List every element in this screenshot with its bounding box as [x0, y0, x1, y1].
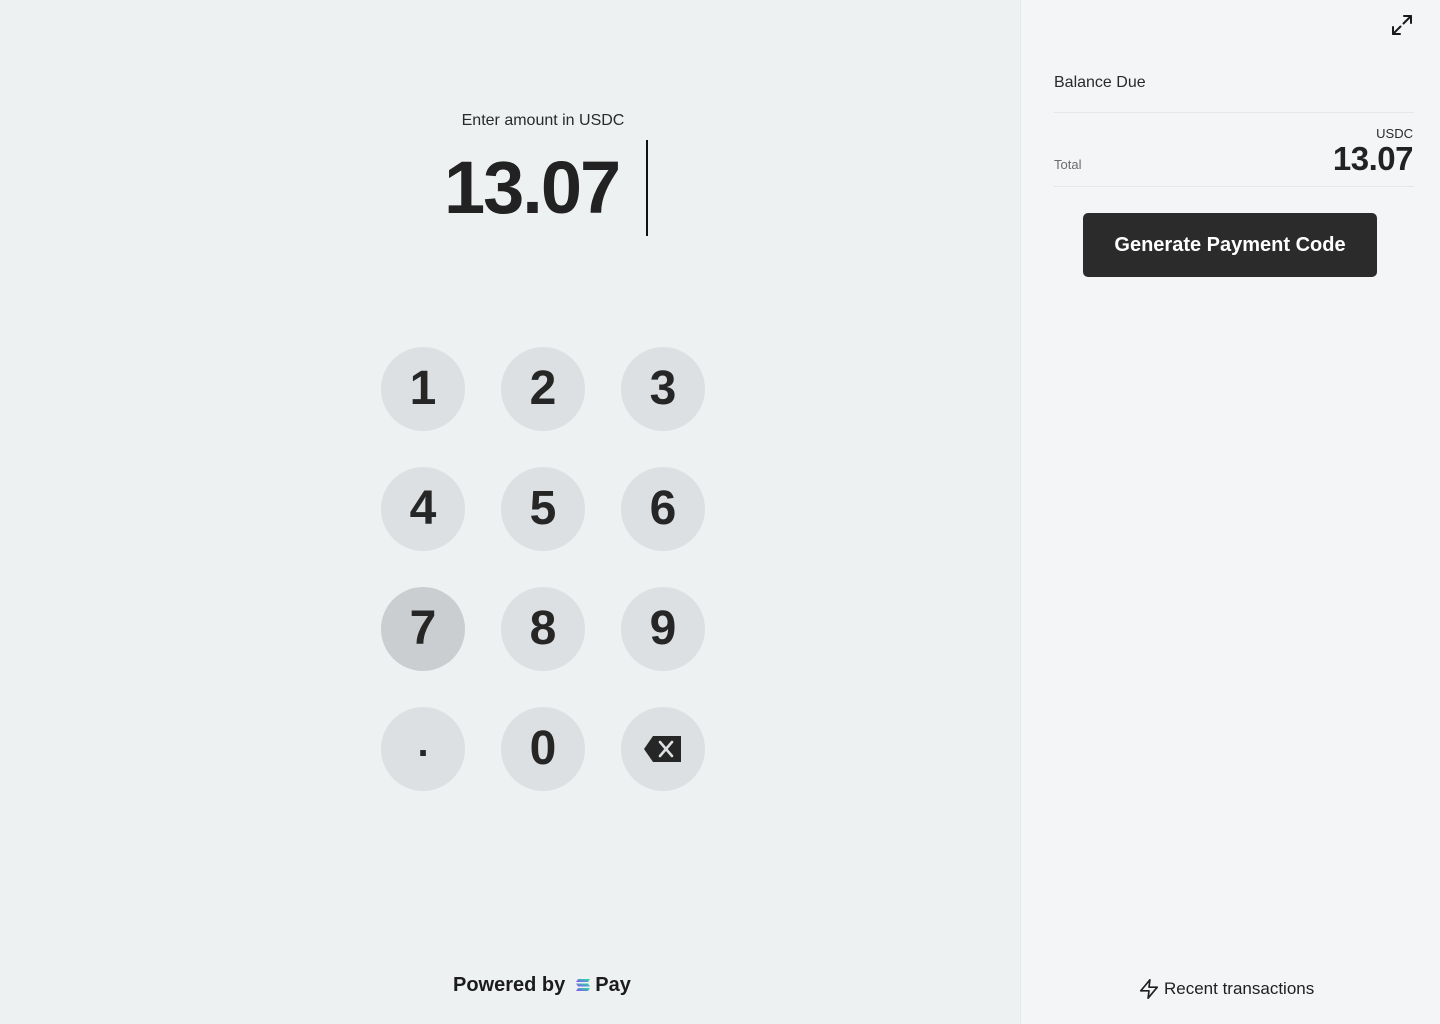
amount-display[interactable]: 13.07 [444, 140, 621, 236]
total-label: Total [1054, 157, 1082, 172]
key-3[interactable]: 3 [621, 347, 705, 431]
powered-by-label: Powered by [453, 973, 566, 996]
key-6[interactable]: 6 [621, 467, 705, 551]
recent-transactions-label: Recent transactions [1164, 979, 1315, 998]
balance-due-title: Balance Due [1054, 74, 1146, 91]
generate-payment-code-button[interactable]: Generate Payment Code [1083, 213, 1377, 277]
amount-label: Enter amount in USDC [461, 112, 625, 129]
expand-icon [1392, 15, 1412, 35]
key-4[interactable]: 4 [381, 467, 465, 551]
key-5[interactable]: 5 [501, 467, 585, 551]
brand-logo: Pay [575, 974, 631, 997]
key-0[interactable]: 0 [501, 707, 585, 791]
total-amount: 13.07 [1332, 140, 1414, 177]
divider [1054, 186, 1414, 187]
number-keypad: 1 2 3 4 5 6 7 8 9 . 0 [381, 347, 705, 791]
key-7[interactable]: 7 [381, 587, 465, 671]
backspace-button[interactable] [621, 707, 705, 791]
key-9[interactable]: 9 [621, 587, 705, 671]
recent-transactions-link[interactable]: Recent transactions [1138, 976, 1314, 1002]
lightning-bolt-icon [1139, 979, 1159, 999]
expand-button[interactable] [1390, 13, 1414, 37]
divider [1054, 112, 1414, 113]
text-cursor [646, 140, 648, 236]
key-1[interactable]: 1 [381, 347, 465, 431]
key-8[interactable]: 8 [501, 587, 585, 671]
key-2[interactable]: 2 [501, 347, 585, 431]
solana-logo-icon [576, 979, 591, 991]
powered-by: Powered by Pay [453, 970, 631, 1000]
brand-name: Pay [595, 973, 631, 996]
key-decimal[interactable]: . [381, 707, 465, 791]
total-currency: USDC [1376, 126, 1413, 141]
backspace-icon [644, 736, 681, 762]
pos-app: Enter amount in USDC 13.07 1 2 3 4 5 6 7… [0, 0, 1440, 1024]
keypad-panel: Enter amount in USDC 13.07 1 2 3 4 5 6 7… [0, 0, 1020, 1024]
